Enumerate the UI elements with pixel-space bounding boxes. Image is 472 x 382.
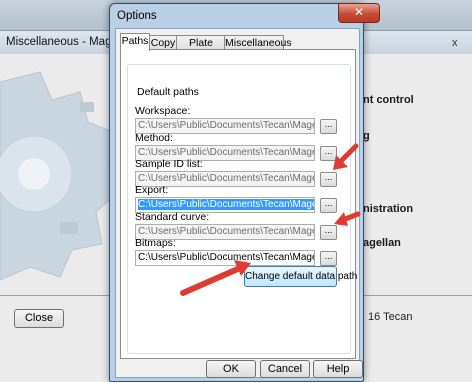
standard-curve-browse-button[interactable]: ... — [320, 225, 337, 240]
bitmaps-browse-button[interactable]: ... — [320, 251, 337, 266]
sample-id-list-label: Sample ID list: — [135, 158, 203, 170]
bitmaps-label: Bitmaps: — [135, 237, 176, 249]
tab-miscellaneous[interactable]: Miscellaneous — [224, 35, 292, 50]
method-label: Method: — [135, 132, 173, 144]
workspace-browse-button[interactable]: ... — [320, 119, 337, 134]
background-close-icon[interactable]: x — [452, 37, 464, 49]
help-button[interactable]: Help — [313, 360, 363, 378]
background-menu-item[interactable]: agellan — [363, 237, 401, 249]
change-default-data-path-button[interactable]: Change default data path — [244, 266, 357, 287]
tab-copy[interactable]: Copy — [148, 35, 178, 50]
method-browse-button[interactable]: ... — [320, 146, 337, 161]
background-menu-item[interactable]: nt control — [363, 94, 414, 106]
ok-button[interactable]: OK — [206, 360, 256, 378]
background-menu-item[interactable]: g — [363, 130, 370, 142]
bitmaps-path-field[interactable]: C:\Users\Public\Documents\Tecan\Magellan — [135, 250, 315, 266]
paths-tab-panel: Default paths Workspace: C:\Users\Public… — [120, 49, 357, 359]
export-path-selection: C:\Users\Public\Documents\Tecan\Magellan… — [138, 199, 314, 210]
standard-curve-label: Standard curve: — [135, 211, 210, 223]
tab-paths[interactable]: Paths — [120, 33, 150, 51]
options-dialog: Options ✕ Paths Copy Plate View Miscella… — [109, 3, 380, 382]
background-menu-item[interactable]: nistration — [363, 203, 413, 215]
tab-plate-view[interactable]: Plate View — [176, 35, 226, 63]
export-browse-button[interactable]: ... — [320, 198, 337, 213]
copyright-text: 16 Tecan — [368, 311, 413, 323]
gear-logo-icon — [0, 71, 119, 281]
dialog-close-button[interactable]: ✕ — [338, 3, 380, 23]
cancel-button[interactable]: Cancel — [260, 360, 310, 378]
workspace-label: Workspace: — [135, 105, 191, 117]
dialog-title: Options — [117, 10, 157, 22]
default-paths-heading: Default paths — [135, 86, 201, 98]
close-icon: ✕ — [353, 5, 365, 19]
dialog-client-area: Paths Copy Plate View Miscellaneous Defa… — [115, 28, 363, 378]
background-close-button[interactable]: Close — [14, 309, 64, 328]
export-label: Export: — [135, 184, 169, 196]
sample-id-list-browse-button[interactable]: ... — [320, 172, 337, 187]
